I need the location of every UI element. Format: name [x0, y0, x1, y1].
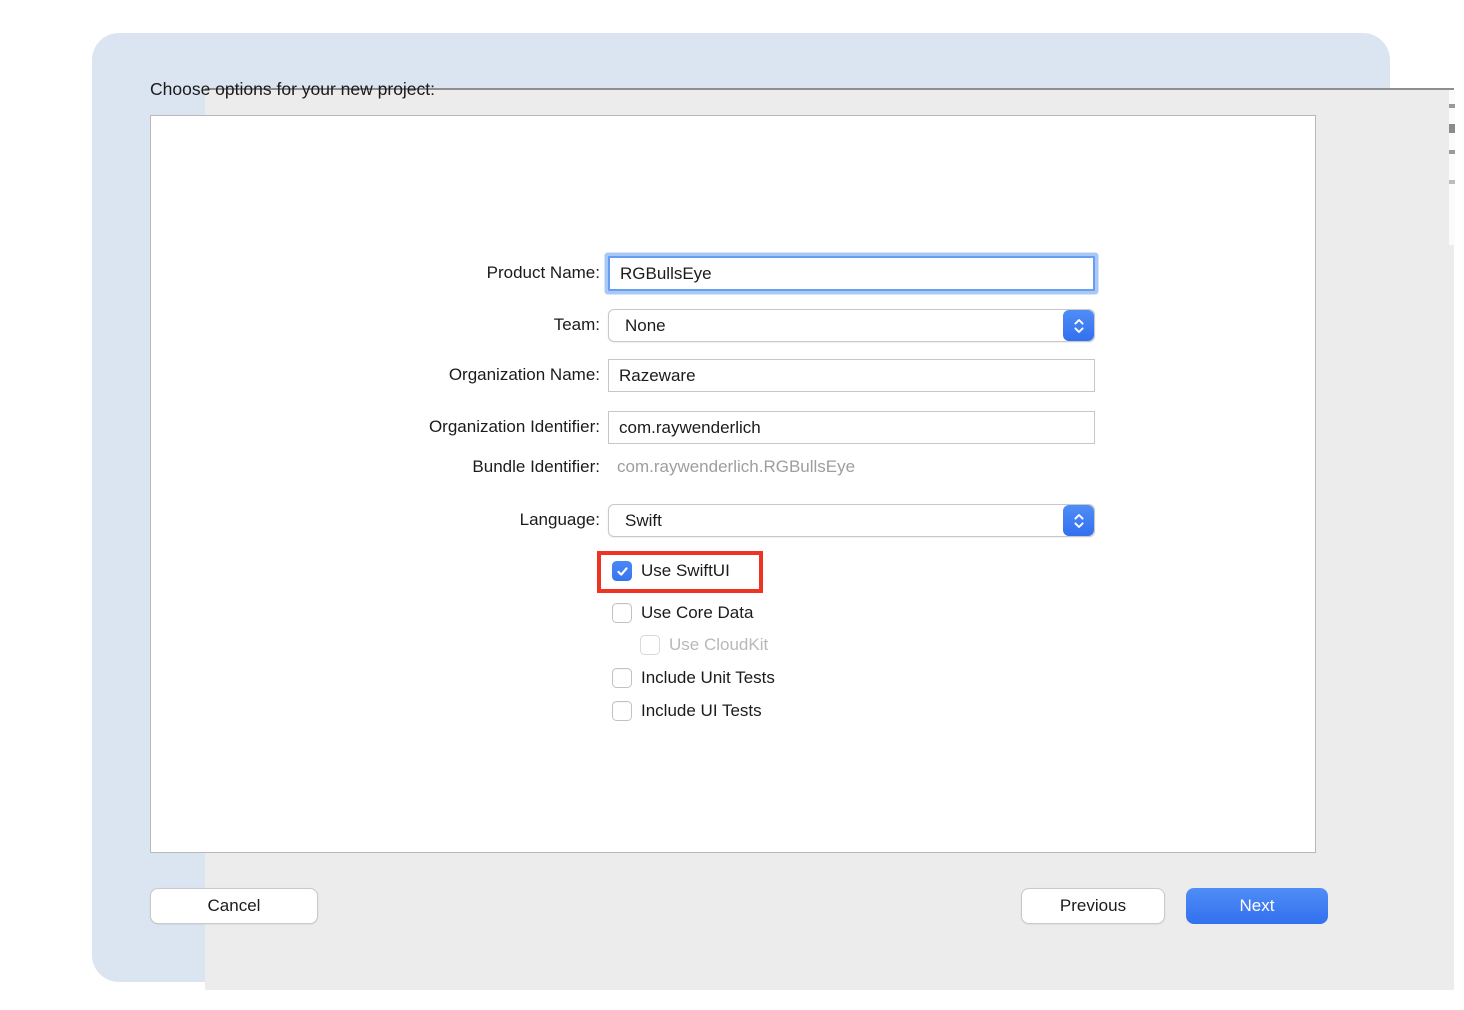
- checkmark-icon: [616, 565, 629, 578]
- page: Choose options for your new project: Pro…: [0, 0, 1464, 1010]
- product-name-field[interactable]: [608, 256, 1095, 291]
- bundle-identifier-label: Bundle Identifier:: [280, 456, 600, 478]
- team-popup-value: None: [625, 316, 666, 336]
- use-swiftui-checkbox[interactable]: [612, 561, 632, 581]
- chevron-up-down-icon[interactable]: [1063, 505, 1094, 536]
- organization-identifier-field[interactable]: [608, 411, 1095, 444]
- organization-identifier-label: Organization Identifier:: [280, 416, 600, 438]
- options-panel: [150, 115, 1316, 853]
- use-swiftui-row[interactable]: Use SwiftUI: [612, 560, 730, 582]
- language-popup[interactable]: Swift: [608, 504, 1095, 537]
- use-core-data-checkbox[interactable]: [612, 603, 632, 623]
- language-popup-value: Swift: [625, 511, 662, 531]
- scrollbar-thumb: [1449, 124, 1455, 133]
- use-cloudkit-row: Use CloudKit: [640, 634, 768, 656]
- organization-name-field[interactable]: [608, 359, 1095, 392]
- language-label: Language:: [280, 509, 600, 531]
- chevron-up-down-icon[interactable]: [1063, 310, 1094, 341]
- sheet-title: Choose options for your new project:: [150, 79, 435, 100]
- scrollbar-ticks: [1449, 90, 1455, 245]
- include-ui-tests-checkbox[interactable]: [612, 701, 632, 721]
- cancel-button[interactable]: Cancel: [150, 888, 318, 924]
- include-unit-tests-row[interactable]: Include Unit Tests: [612, 667, 775, 689]
- scrollbar-tick: [1449, 104, 1455, 108]
- previous-button[interactable]: Previous: [1021, 888, 1165, 924]
- product-name-label: Product Name:: [280, 262, 600, 284]
- include-unit-tests-label: Include Unit Tests: [641, 668, 775, 688]
- include-ui-tests-row[interactable]: Include UI Tests: [612, 700, 762, 722]
- use-swiftui-label: Use SwiftUI: [641, 561, 730, 581]
- use-core-data-label: Use Core Data: [641, 603, 753, 623]
- use-core-data-row[interactable]: Use Core Data: [612, 602, 753, 624]
- team-label: Team:: [280, 314, 600, 336]
- next-button[interactable]: Next: [1186, 888, 1328, 924]
- scrollbar-tick: [1449, 150, 1455, 154]
- bundle-identifier-value: com.raywenderlich.RGBullsEye: [617, 456, 855, 478]
- include-ui-tests-label: Include UI Tests: [641, 701, 762, 721]
- organization-name-label: Organization Name:: [280, 364, 600, 386]
- use-cloudkit-checkbox: [640, 635, 660, 655]
- include-unit-tests-checkbox[interactable]: [612, 668, 632, 688]
- team-popup[interactable]: None: [608, 309, 1095, 342]
- scrollbar-tick: [1449, 180, 1455, 184]
- use-cloudkit-label: Use CloudKit: [669, 635, 768, 655]
